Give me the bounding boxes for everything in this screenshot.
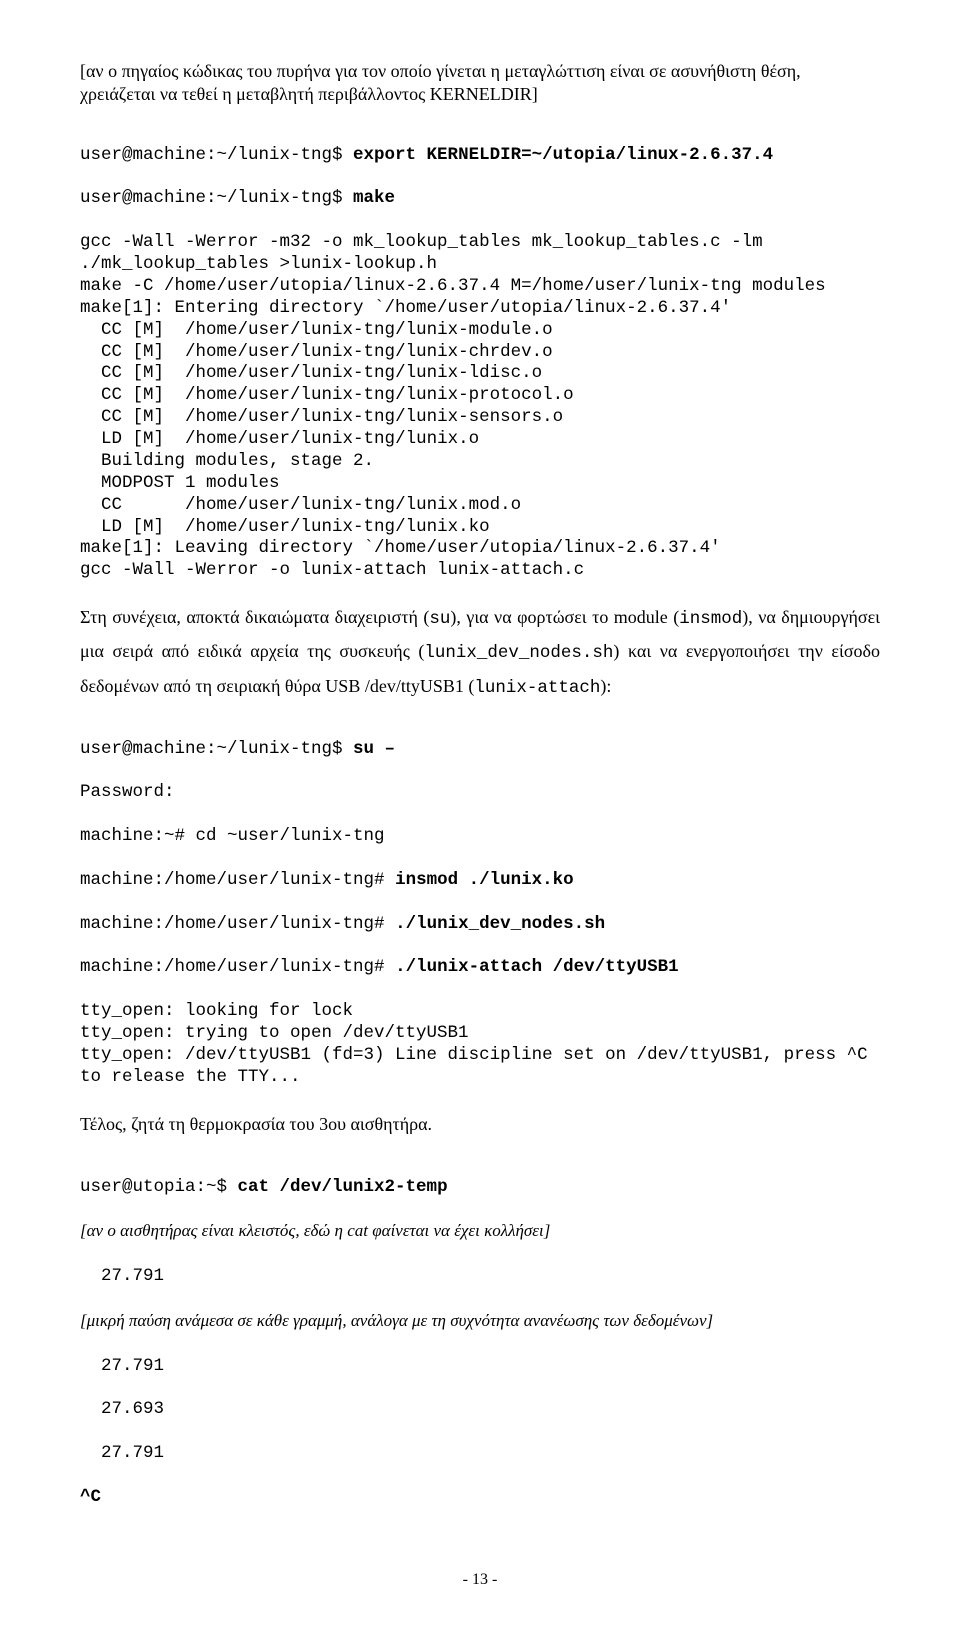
sensor-value: 27.791 — [80, 1266, 164, 1286]
tty-output: tty_open: looking for lock tty_open: try… — [80, 1001, 878, 1087]
ctrl-c: ^C — [80, 1487, 101, 1507]
command-su: su – — [353, 739, 395, 759]
command-insmod: insmod ./lunix.ko — [395, 870, 574, 890]
terminal-block-1: user@machine:~/lunix-tng$ export KERNELD… — [80, 123, 880, 582]
prompt: machine:/home/user/lunix-tng# — [80, 914, 395, 934]
prompt: user@utopia:~$ — [80, 1177, 238, 1197]
terminal-block-2: user@machine:~/lunix-tng$ su – Password:… — [80, 717, 880, 1089]
prompt: user@machine:~/lunix-tng$ — [80, 188, 353, 208]
cd-line: machine:~# cd ~user/lunix-tng — [80, 826, 385, 846]
sensor-value: 27.693 — [80, 1399, 164, 1419]
command-lunix-attach: ./lunix-attach /dev/ttyUSB1 — [395, 957, 679, 977]
prompt: user@machine:~/lunix-tng$ — [80, 739, 353, 759]
paragraph-2: Τέλος, ζητά τη θερμοκρασία του 3ου αισθη… — [80, 1107, 880, 1141]
command-cat: cat /dev/lunix2-temp — [238, 1177, 448, 1197]
inline-note: [μικρή παύση ανάμεσα σε κάθε γραμμή, ανά… — [80, 1311, 713, 1330]
prompt: user@machine:~/lunix-tng$ — [80, 145, 353, 165]
command-export: export KERNELDIR=~/utopia/linux-2.6.37.4 — [353, 145, 773, 165]
intro-note: [αν ο πηγαίος κώδικας του πυρήνα για τον… — [80, 60, 880, 107]
sensor-value: 27.791 — [80, 1443, 164, 1463]
prompt: machine:/home/user/lunix-tng# — [80, 957, 395, 977]
page-number: - 13 - — [80, 1569, 880, 1591]
sensor-value: 27.791 — [80, 1356, 164, 1376]
make-output: gcc -Wall -Werror -m32 -o mk_lookup_tabl… — [80, 232, 826, 580]
prompt: machine:/home/user/lunix-tng# — [80, 870, 395, 890]
command-make: make — [353, 188, 395, 208]
paragraph-1: Στη συνέχεια, αποκτά δικαιώματα διαχειρι… — [80, 600, 880, 703]
command-devnodes: ./lunix_dev_nodes.sh — [395, 914, 605, 934]
terminal-block-3: user@utopia:~$ cat /dev/lunix2-temp [αν … — [80, 1155, 880, 1509]
password-prompt: Password: — [80, 782, 175, 802]
inline-note: [αν ο αισθητήρας είναι κλειστός, εδώ η c… — [80, 1221, 550, 1240]
